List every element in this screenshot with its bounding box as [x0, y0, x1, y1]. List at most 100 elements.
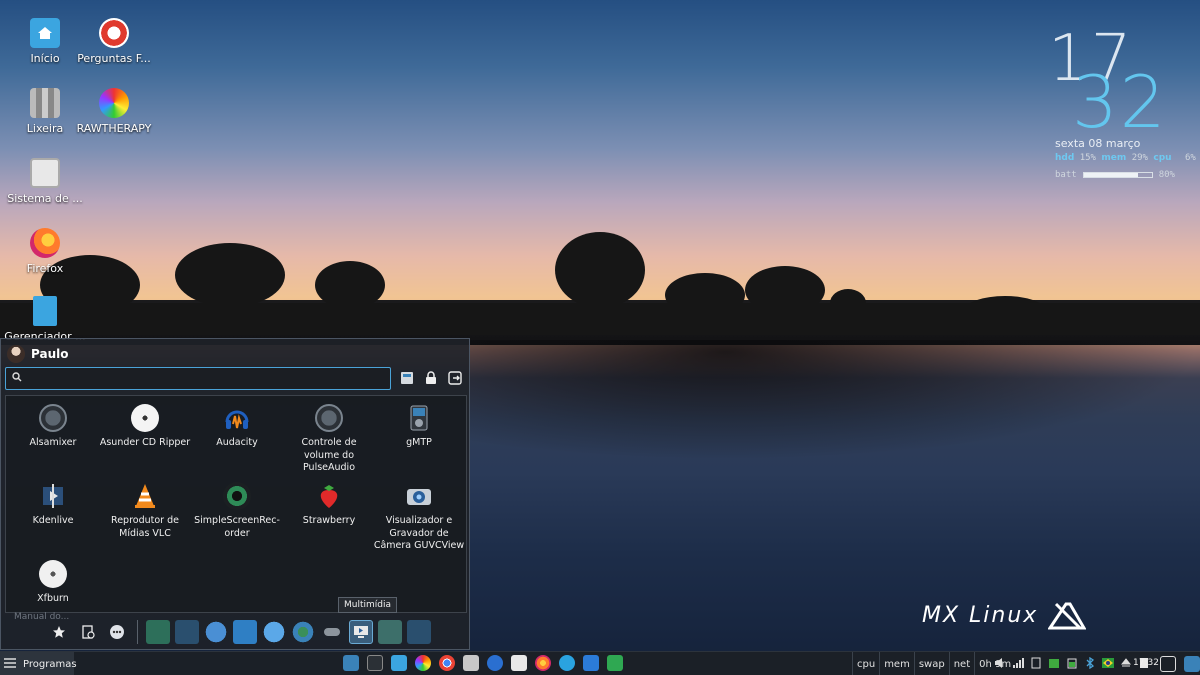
desktop-icon-label: Perguntas F...	[77, 52, 151, 65]
clipboard-icon[interactable]	[1030, 656, 1042, 670]
search-input[interactable]	[28, 372, 368, 385]
system-monitors: cpu mem swap net 0h 9m	[852, 652, 1015, 675]
mx-tools-icon[interactable]	[175, 620, 199, 644]
knob-icon	[39, 404, 67, 432]
desktop-icon-firefox[interactable]: Firefox	[0, 228, 90, 275]
desktop-icon-faq[interactable]: Perguntas F...	[69, 18, 159, 65]
internet-icon[interactable]	[291, 620, 315, 644]
app-audacity[interactable]: Audacity	[191, 404, 283, 450]
cpu-value: 6%	[1185, 153, 1196, 163]
desktop-icon-manager[interactable]: Gerenciador ...	[0, 296, 90, 343]
development-icon[interactable]	[204, 620, 228, 644]
eject-icon[interactable]	[1120, 656, 1132, 670]
app-asunder[interactable]: Asunder CD Ripper	[99, 404, 191, 450]
rawtherapee-icon[interactable]	[415, 655, 431, 671]
education-icon[interactable]	[233, 620, 257, 644]
camera-lens-icon	[223, 482, 251, 510]
app-label: Kdenlive	[32, 515, 74, 526]
app-kdenlive[interactable]: Kdenlive	[7, 482, 99, 528]
terminal-icon[interactable]	[367, 655, 383, 671]
package-manager-icon	[33, 296, 57, 326]
telegram-icon[interactable]	[559, 655, 575, 671]
chrome-icon[interactable]	[439, 655, 455, 671]
conky-stats: hdd 15% mem 29% cpu 6%	[1055, 153, 1196, 163]
cpu-monitor[interactable]: cpu	[852, 652, 879, 675]
conky-battery: batt 80%	[1055, 170, 1175, 180]
app-strawberry[interactable]: Strawberry	[283, 482, 375, 528]
conky-date: sexta 08 março	[1055, 137, 1141, 150]
calc-icon[interactable]	[607, 655, 623, 671]
menu-search[interactable]	[5, 367, 391, 390]
batt-label: batt	[1055, 170, 1077, 180]
app-alsamixer[interactable]: Alsamixer	[7, 404, 99, 450]
category-bar	[47, 620, 431, 644]
battery-icon[interactable]	[1066, 656, 1078, 670]
desktop-icon-label: Sistema de ...	[7, 192, 83, 205]
net-monitor[interactable]: net	[948, 652, 974, 675]
app-label: Asunder CD Ripper	[99, 437, 191, 448]
tree-silhouettes	[0, 232, 1200, 335]
app-guvcview[interactable]: Visualizador e Gravador de Câmera GUVCVi…	[373, 482, 465, 553]
desktop-icon-filesystem[interactable]: Sistema de ...	[0, 158, 90, 205]
home-folder-icon	[30, 18, 60, 48]
battery-bar	[1082, 172, 1153, 178]
application-menu: Paulo Alsamixer Asunder CD Ripper Audaci…	[0, 338, 470, 650]
desktop-icon-label: Firefox	[26, 262, 64, 275]
app-simplescreenrecorder[interactable]: SimpleScreenRec-order	[191, 482, 283, 540]
mem-monitor[interactable]: mem	[879, 652, 914, 675]
show-desktop-icon[interactable]	[1184, 656, 1200, 672]
thunderbird-icon[interactable]	[487, 655, 503, 671]
app-xfburn[interactable]: Xfburn	[7, 560, 99, 606]
all-apps-icon[interactable]	[105, 620, 129, 644]
photo-app-icon[interactable]	[463, 655, 479, 671]
lifebuoy-icon	[99, 18, 129, 48]
bluetooth-icon[interactable]	[1084, 656, 1096, 670]
app-label: Controle de volume do PulseAudio	[301, 437, 357, 473]
app-label: Reprodutor de Mídias VLC	[111, 515, 179, 539]
app-gmtp[interactable]: gMTP	[373, 404, 465, 450]
water-reflection	[470, 340, 1200, 460]
cd-icon	[131, 404, 159, 432]
desktop-icon-manual-label: Manual do...	[14, 612, 70, 622]
file-manager-icon[interactable]	[391, 655, 407, 671]
taskbar-clock[interactable]: 17:32	[1133, 658, 1159, 668]
app-vlc[interactable]: Reprodutor de Mídias VLC	[99, 482, 191, 540]
app-label: Strawberry	[302, 515, 356, 526]
settings-manager-icon[interactable]	[399, 370, 415, 386]
start-label: Programas	[23, 658, 77, 670]
accessories-icon[interactable]	[146, 620, 170, 644]
app-label: Audacity	[216, 437, 258, 448]
games-icon[interactable]	[320, 620, 344, 644]
menu-icon	[4, 657, 16, 671]
swap-monitor[interactable]: swap	[913, 652, 949, 675]
firefox-icon[interactable]	[535, 655, 551, 671]
disc-burn-icon	[39, 560, 67, 588]
search-icon	[12, 372, 22, 385]
settings-icon[interactable]	[407, 620, 431, 644]
system-icon[interactable]	[262, 620, 286, 644]
start-menu-button[interactable]: Programas	[0, 652, 77, 675]
graphics-icon[interactable]	[378, 620, 402, 644]
lock-icon[interactable]	[423, 370, 439, 386]
app-label: Visualizador e Gravador de Câmera GUVCVi…	[373, 515, 465, 551]
network-icon[interactable]	[1012, 656, 1024, 670]
multimedia-icon[interactable]	[349, 620, 373, 644]
logout-icon[interactable]	[1160, 656, 1176, 672]
writer-icon[interactable]	[583, 655, 599, 671]
headphones-icon	[223, 404, 251, 432]
drive-icon	[30, 158, 60, 188]
category-separator	[137, 620, 138, 644]
search-app-icon[interactable]	[343, 655, 359, 671]
updates-icon[interactable]	[1048, 656, 1060, 670]
battery-bar-fill	[1083, 173, 1139, 177]
volume-icon[interactable]	[994, 656, 1006, 670]
avatar[interactable]	[7, 345, 25, 363]
gimp-icon[interactable]	[511, 655, 527, 671]
desktop-icon-rawtherapee[interactable]: RAWTHERAPY	[69, 88, 159, 135]
trash-icon	[30, 88, 60, 118]
recent-files-icon[interactable]	[76, 620, 100, 644]
keyboard-layout-flag-icon[interactable]	[1102, 656, 1114, 670]
app-pavucontrol[interactable]: Controle de volume do PulseAudio	[283, 404, 375, 475]
favorites-star-icon[interactable]	[47, 620, 71, 644]
logout-icon[interactable]	[447, 370, 463, 386]
